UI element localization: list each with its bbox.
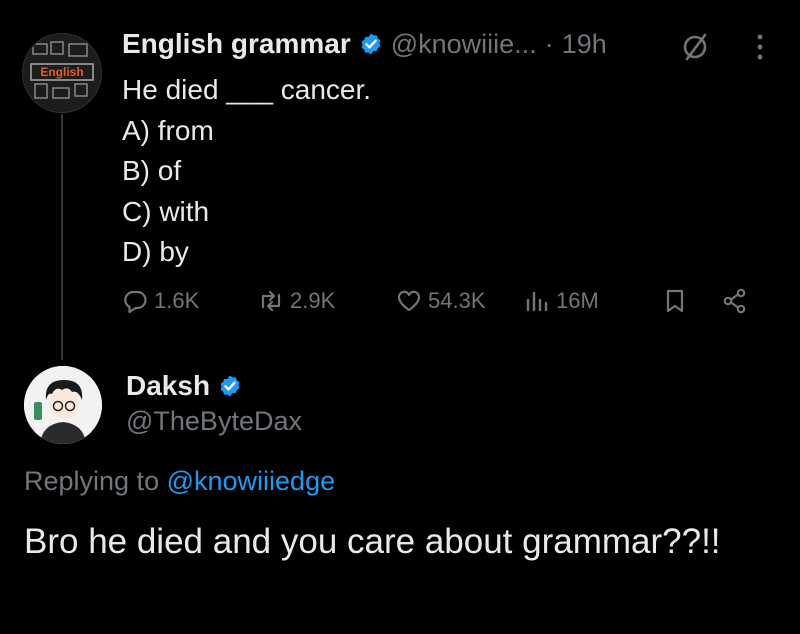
share-button[interactable] [722, 288, 748, 314]
views-button[interactable]: 16M [524, 288, 599, 314]
repost-count: 2.9K [290, 288, 336, 313]
separator-dot: · [544, 28, 554, 59]
tweet-option-c: C) with [122, 195, 210, 227]
views-icon [526, 291, 548, 312]
reply-button[interactable]: 1.6K [122, 288, 199, 314]
reply-author-handle[interactable]: @TheByteDax [126, 406, 302, 437]
tweet-option-b: B) of [122, 155, 182, 186]
bookmark-icon [666, 289, 684, 313]
author-avatar[interactable]: English [22, 33, 102, 113]
tweet-header: English grammar @knowiiie... · 19h [122, 28, 607, 60]
bookmark-button[interactable] [662, 288, 688, 314]
verified-badge-icon [361, 33, 381, 55]
reply-author-name[interactable]: Daksh [126, 370, 210, 402]
more-icon[interactable] [748, 30, 772, 64]
author-avatar-image: English [23, 34, 101, 112]
views-count: 16M [556, 288, 599, 313]
reply-count: 1.6K [154, 288, 200, 313]
reply-icon [124, 290, 147, 314]
repost-icon [261, 290, 281, 312]
share-icon [723, 288, 746, 314]
author-handle[interactable]: @knowiiie... [391, 29, 537, 60]
replying-prefix: Replying to [24, 466, 160, 496]
mute-icon[interactable] [678, 30, 712, 64]
tweet-option-a: A) from [122, 114, 214, 146]
tweet-option-d: D) by [122, 236, 189, 267]
like-button[interactable]: 54.3K [396, 288, 486, 314]
tweet-actions: 1.6K 2.9K 54.3K 16M [122, 288, 762, 324]
repost-button[interactable]: 2.9K [258, 288, 335, 314]
tweet-question: He died ___ cancer. [122, 74, 372, 105]
like-count: 54.3K [428, 288, 486, 313]
reply-author-avatar[interactable] [24, 366, 102, 444]
replying-mention[interactable]: @knowiiiedge [167, 466, 336, 496]
replying-to: Replying to @knowiiiedge [24, 466, 335, 497]
verified-badge-icon [220, 375, 240, 397]
avatar-logo-text: English [40, 65, 83, 79]
tweet-time[interactable]: 19h [562, 29, 607, 60]
author-name[interactable]: English grammar [122, 28, 351, 60]
like-icon [397, 290, 421, 312]
tweet-text: He died ___ cancer. A) from B) of C) wit… [122, 70, 371, 273]
reply-text: Bro he died and you care about grammar??… [24, 522, 721, 561]
reply-author-header: Daksh [126, 370, 242, 402]
reply-avatar-image [24, 366, 102, 444]
thread-line [61, 114, 63, 360]
